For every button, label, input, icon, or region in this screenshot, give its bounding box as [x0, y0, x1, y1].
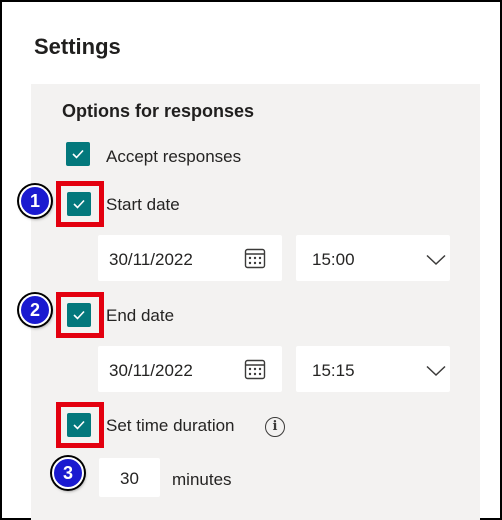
time-duration-checkbox[interactable]	[67, 413, 91, 437]
duration-value: 30	[120, 469, 139, 488]
duration-unit-label: minutes	[172, 470, 232, 489]
duration-input[interactable]: 30	[99, 458, 160, 497]
annotation-marker-3: 3	[52, 457, 84, 489]
start-date-field[interactable]: 30/11/2022	[98, 235, 282, 281]
settings-window: Settings Options for responses Accept re…	[0, 0, 502, 520]
end-time-dropdown[interactable]: 15:15	[296, 346, 450, 392]
start-time-value: 15:00	[312, 250, 355, 269]
calendar-icon[interactable]	[244, 247, 266, 269]
end-date-label: End date	[106, 306, 175, 325]
checkmark-icon	[73, 310, 85, 320]
accept-responses-checkbox[interactable]	[66, 142, 90, 166]
start-date-value: 30/11/2022	[109, 250, 193, 269]
start-date-checkbox[interactable]	[67, 192, 91, 216]
end-date-value: 30/11/2022	[109, 361, 193, 380]
end-date-field[interactable]: 30/11/2022	[98, 346, 282, 392]
info-icon[interactable]: i	[265, 417, 285, 437]
end-date-checkbox[interactable]	[67, 303, 91, 327]
start-date-label: Start date	[106, 195, 180, 214]
checkmark-icon	[72, 149, 84, 159]
checkmark-icon	[73, 199, 85, 209]
page-title: Settings	[34, 34, 121, 59]
calendar-icon[interactable]	[244, 358, 266, 380]
time-duration-label: Set time duration	[106, 416, 235, 435]
chevron-down-icon	[426, 365, 446, 377]
annotation-marker-2: 2	[19, 294, 51, 326]
start-time-dropdown[interactable]: 15:00	[296, 235, 450, 281]
checkmark-icon	[73, 420, 85, 430]
chevron-down-icon	[426, 254, 446, 266]
end-time-value: 15:15	[312, 361, 355, 380]
accept-responses-label: Accept responses	[106, 147, 242, 166]
annotation-marker-1: 1	[19, 185, 51, 217]
section-title: Options for responses	[62, 101, 255, 121]
